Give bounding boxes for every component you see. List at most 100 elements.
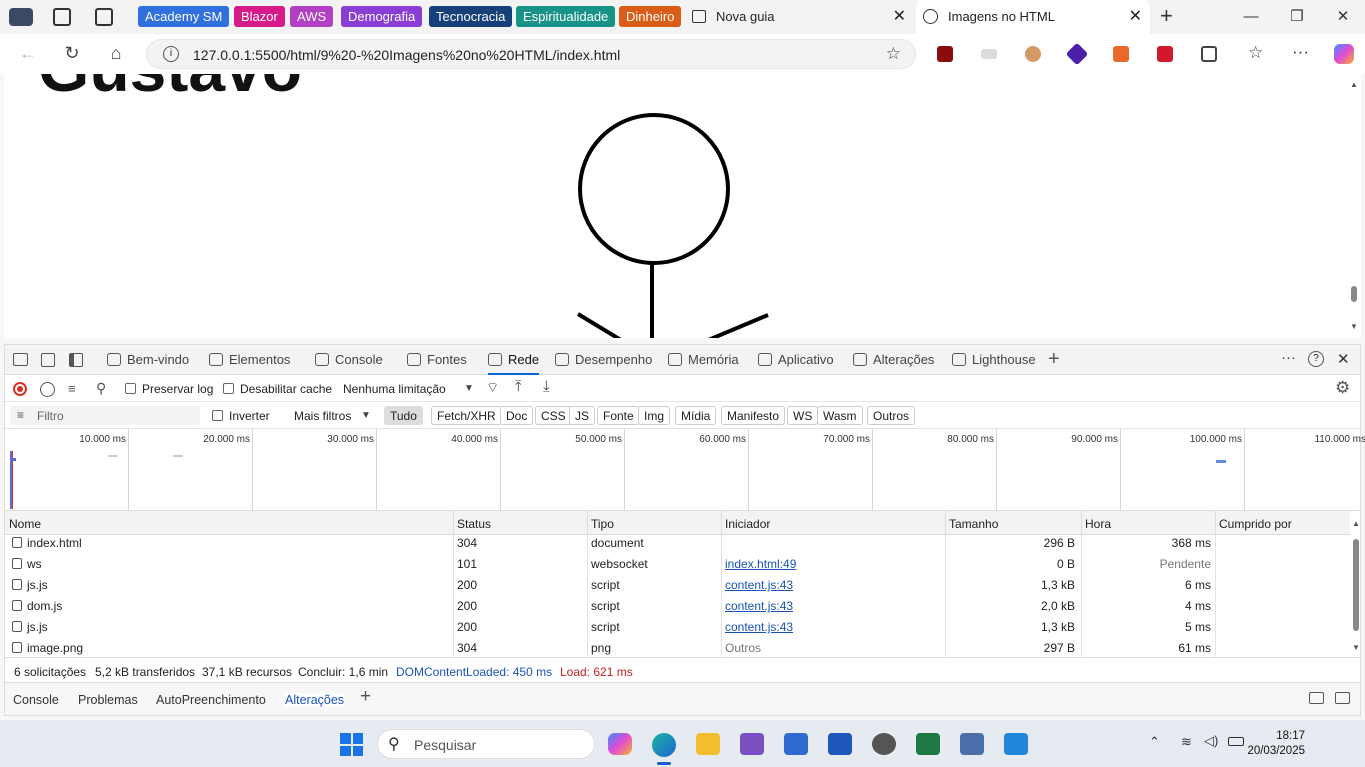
filter-chip-8[interactable]: Manifesto [721,406,786,425]
calculator-app-icon[interactable] [960,733,984,755]
column-header-5[interactable]: Hora [1085,517,1111,531]
table-scrollbar[interactable]: ▲ ▼ [1350,511,1362,657]
devtools-tab-0[interactable]: Bem-vindo [107,345,189,375]
cell-initiator[interactable]: content.js:43 [725,578,793,592]
throttling-select[interactable]: Nenhuma limitação [343,382,446,396]
extension-icon[interactable] [981,49,997,59]
invert-checkbox[interactable] [212,410,223,421]
drawer-tab-3[interactable]: Alterações [285,693,345,707]
new-tab-button[interactable]: + [1160,3,1173,29]
scroll-up-arrow-icon[interactable]: ▲ [1352,519,1360,528]
close-tab-icon[interactable]: ✕ [893,0,906,34]
filter-input[interactable]: ≡ Filtro [10,406,200,425]
help-icon[interactable]: ? [1308,351,1324,367]
devtools-tab-6[interactable]: Memória [668,345,739,375]
inspect-icon[interactable] [13,353,28,366]
column-divider[interactable] [453,511,454,535]
battery-icon[interactable] [1228,737,1244,746]
tray-chevron-up-icon[interactable]: ⌃ [1149,734,1160,750]
column-header-4[interactable]: Tamanho [949,517,998,531]
scroll-up-arrow-icon[interactable]: ▲ [1350,80,1358,89]
cell-initiator[interactable]: content.js:43 [725,620,793,634]
chevron-down-icon[interactable]: ▼ [464,383,474,394]
notepad-app-icon[interactable] [784,733,808,755]
favorite-6[interactable]: Dinheiro [619,6,682,27]
maximize-button[interactable]: ❐ [1274,0,1320,34]
drawer-tab-1[interactable]: Problemas [78,693,138,707]
favorite-4[interactable]: Tecnocracia [429,6,513,27]
taskbar-search-input[interactable]: ⚲ Pesquisar [377,729,595,759]
favorite-2[interactable]: AWS [290,6,334,27]
cell-initiator[interactable]: index.html:49 [725,557,796,571]
table-row[interactable]: js.js 200 script content.js:43 1,3 kB 5 ms [5,616,1350,637]
filter-chip-6[interactable]: Img [638,406,671,425]
devtools-tab-4[interactable]: Rede [488,345,540,375]
filter-chip-2[interactable]: Doc [500,406,534,425]
column-header-6[interactable]: Cumprido por [1219,517,1292,531]
filter-chip-11[interactable]: Outros [867,406,916,425]
copilot-app-icon[interactable] [608,733,632,755]
preserve-log-checkbox[interactable] [125,383,136,394]
column-header-3[interactable]: Iniciador [725,517,770,531]
devtools-menu-icon[interactable]: ··· [1281,349,1296,366]
undock-icon[interactable] [1309,692,1324,704]
favorite-0[interactable]: Academy SM [138,6,230,27]
workspaces-icon[interactable] [53,8,71,26]
devtools-tab-5[interactable]: Desempenho [555,345,652,375]
back-button[interactable]: ← [17,43,39,64]
ublock-icon[interactable] [937,46,953,62]
windows-start-icon[interactable] [340,733,363,756]
drawer-tab-2[interactable]: AutoPreenchimento [156,693,266,707]
table-row[interactable]: dom.js 200 script content.js:43 2,0 kB 4 ms [5,595,1350,616]
settings-gear-icon[interactable]: ⚙ [1335,378,1350,398]
visual-studio-app-icon[interactable] [740,733,764,755]
filter-chip-1[interactable]: Fetch/XHR [431,406,502,425]
drawer-tab-0[interactable]: Console [13,693,59,707]
filter-toggle-icon[interactable]: ≡ [68,381,76,396]
collapse-drawer-icon[interactable] [1335,692,1350,704]
search-icon[interactable]: ⚲ [96,380,106,397]
close-tab-icon[interactable]: ✕ [1129,0,1142,34]
file-explorer-app-icon[interactable] [696,733,720,755]
add-drawer-tab-icon[interactable]: + [360,686,371,708]
filter-chip-5[interactable]: Fonte [597,406,640,425]
filter-chip-3[interactable]: CSS [535,406,572,425]
device-emulation-icon[interactable] [41,353,55,367]
import-har-icon[interactable]: ⤒ [515,378,522,395]
scroll-thumb[interactable] [1353,539,1359,631]
wifi-icon[interactable]: ≋ [1181,734,1192,750]
address-input[interactable]: i 127.0.0.1:5500/html/9%20-%20Imagens%20… [146,39,916,69]
filter-chip-9[interactable]: WS [787,406,819,425]
favorite-star-icon[interactable]: ☆ [886,44,901,64]
scroll-down-arrow-icon[interactable]: ▼ [1352,643,1360,652]
favorite-5[interactable]: Espiritualidade [516,6,616,27]
column-divider[interactable] [1081,511,1082,535]
tab-active[interactable]: Imagens no HTML ✕ [916,0,1150,34]
excel-app-icon[interactable] [916,733,940,755]
favorite-3[interactable]: Demografia [341,6,423,27]
column-header-1[interactable]: Status [457,517,491,531]
column-divider[interactable] [721,511,722,535]
extension-icon[interactable] [1113,46,1129,62]
network-timeline[interactable]: 10.000 ms 20.000 ms 30.000 ms 40.000 ms 50.0… [5,429,1365,511]
extensions-puzzle-icon[interactable] [1201,46,1217,62]
filter-chip-4[interactable]: JS [569,406,596,425]
cell-initiator[interactable]: content.js:43 [725,599,793,613]
info-icon[interactable]: i [163,46,179,62]
home-icon[interactable]: ⌂ [105,43,127,64]
edge-app-icon[interactable] [652,733,676,757]
minimize-button[interactable]: — [1228,0,1274,34]
profile-icon[interactable] [9,8,33,26]
vscode-app-icon[interactable] [1004,733,1028,755]
word-app-icon[interactable] [828,733,852,755]
devtools-tab-2[interactable]: Console [315,345,383,375]
dock-side-icon[interactable] [69,353,83,367]
table-row[interactable]: ws 101 websocket index.html:49 0 B Pendente [5,553,1350,574]
add-tool-icon[interactable]: + [1048,348,1060,371]
taskbar-clock[interactable]: 18:17 20/03/2025 [1247,729,1305,759]
export-har-icon[interactable]: ⤓ [543,378,550,395]
tab-new-tab[interactable]: Nova guia ✕ [688,0,914,34]
extension-icon[interactable] [1157,46,1173,62]
disable-cache-checkbox[interactable] [223,383,234,394]
record-icon[interactable] [13,382,27,396]
